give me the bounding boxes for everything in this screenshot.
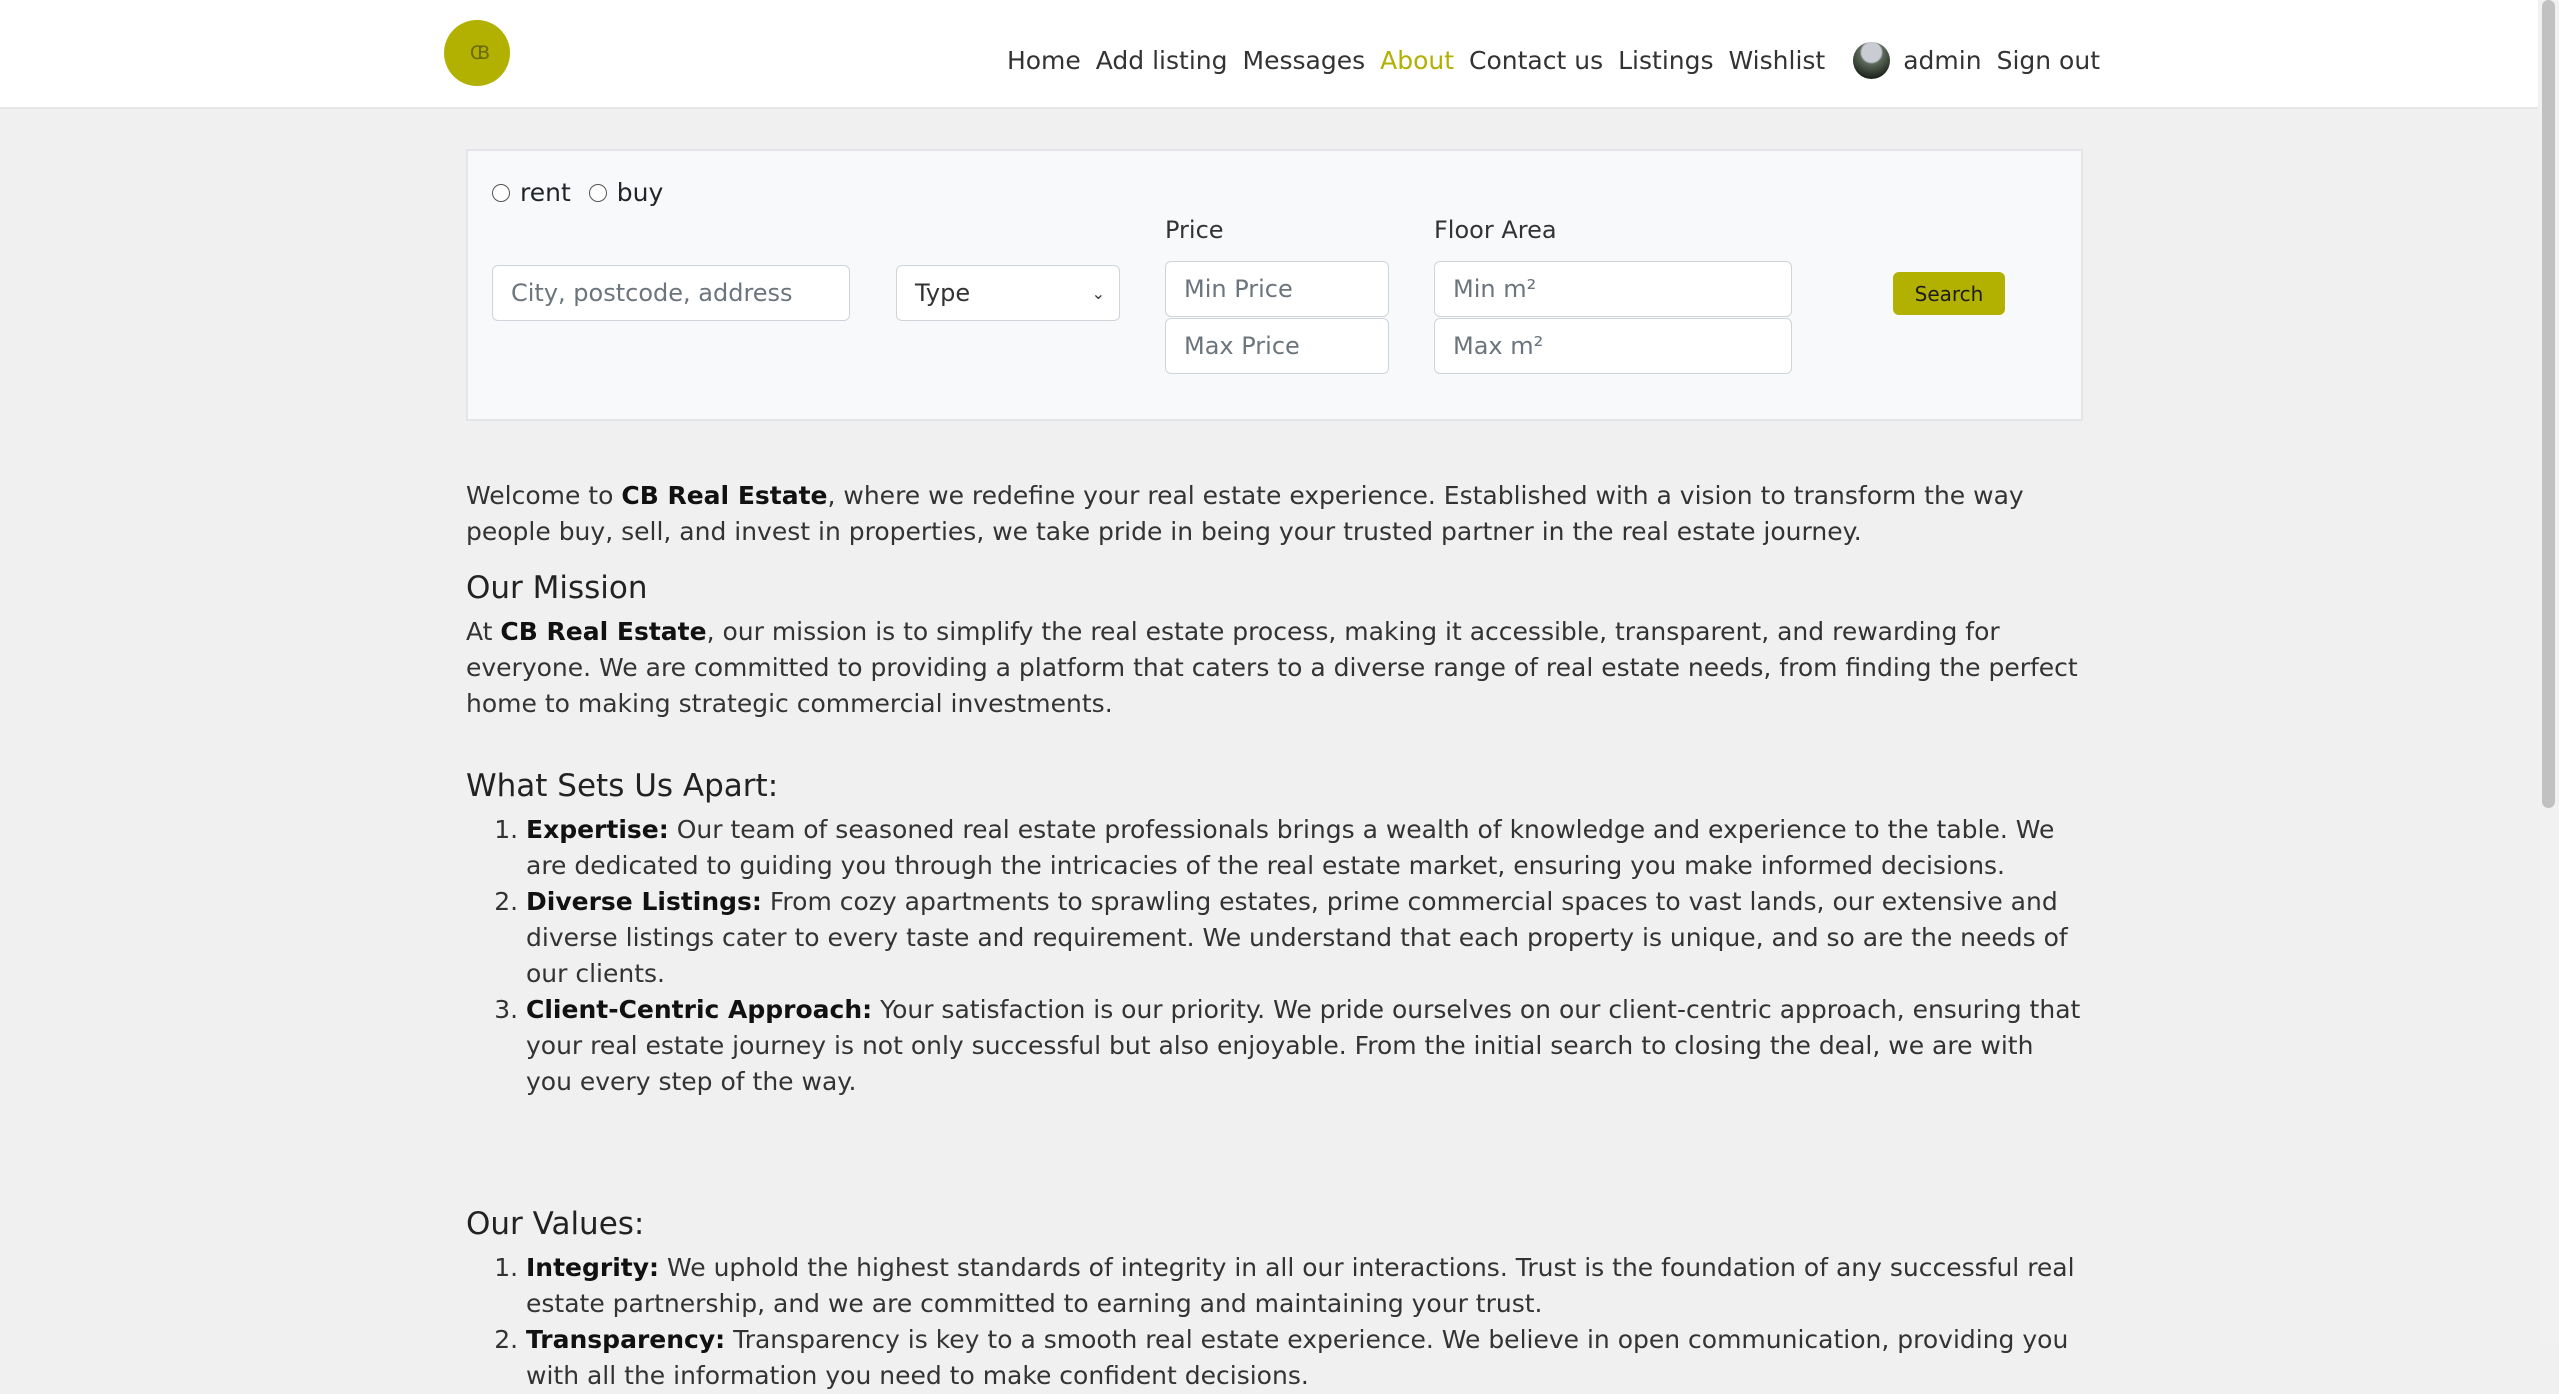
avatar	[1853, 42, 1891, 79]
min-area-placeholder: Min m²	[1453, 275, 1537, 303]
price-label: Price	[1165, 216, 1224, 244]
list-item: Transparency: Transparency is key to a s…	[526, 1322, 2086, 1394]
radio-rent[interactable]	[492, 183, 510, 202]
radio-buy[interactable]	[588, 183, 607, 202]
company-name: CB Real Estate	[500, 617, 707, 646]
mission-heading: Our Mission	[466, 570, 648, 606]
company-name: CB Real Estate	[621, 481, 828, 510]
min-area-input[interactable]: Min m²	[1434, 261, 1792, 317]
listing-mode: rent buy	[492, 178, 681, 207]
brand-logo[interactable]: CB	[444, 20, 510, 86]
apart-heading: What Sets Us Apart:	[466, 768, 779, 804]
chevron-down-icon: ⌄	[1091, 284, 1105, 303]
logo-text: CB	[469, 42, 490, 64]
radio-buy-label: buy	[616, 178, 664, 207]
max-area-input[interactable]: Max m²	[1434, 318, 1792, 374]
floor-area-label: Floor Area	[1434, 216, 1557, 244]
type-select[interactable]: Type ⌄	[896, 265, 1120, 321]
min-price-input[interactable]: Min Price	[1165, 261, 1389, 317]
list-item: Diverse Listings: From cozy apartments t…	[526, 884, 2086, 992]
max-area-placeholder: Max m²	[1453, 332, 1544, 360]
apart-list: Expertise: Our team of seasoned real est…	[466, 812, 2086, 1100]
nav-home[interactable]: Home	[1007, 46, 1081, 75]
max-price-input[interactable]: Max Price	[1165, 318, 1389, 374]
location-placeholder: City, postcode, address	[511, 279, 793, 307]
list-item: Client-Centric Approach: Your satisfacti…	[526, 992, 2086, 1100]
nav-signout[interactable]: Sign out	[1997, 46, 2100, 75]
type-select-value: Type	[915, 279, 971, 307]
user-menu[interactable]: admin	[1853, 42, 1982, 79]
username: admin	[1903, 46, 1982, 75]
intro-paragraph: Welcome to CB Real Estate, where we rede…	[466, 481, 2024, 546]
values-heading: Our Values:	[466, 1206, 645, 1242]
location-input[interactable]: City, postcode, address	[492, 265, 850, 321]
scrollbar-thumb[interactable]	[2542, 0, 2555, 808]
list-item: Integrity: We uphold the highest standar…	[526, 1250, 2086, 1322]
nav-about[interactable]: About	[1380, 46, 1454, 75]
min-price-placeholder: Min Price	[1184, 275, 1293, 303]
about-content: Welcome to CB Real Estate, where we rede…	[466, 478, 2086, 1394]
radio-rent-label: rent	[520, 178, 571, 207]
nav-add-listing[interactable]: Add listing	[1096, 46, 1228, 75]
nav-contact[interactable]: Contact us	[1469, 46, 1603, 75]
list-item: Expertise: Our team of seasoned real est…	[526, 812, 2086, 884]
max-price-placeholder: Max Price	[1184, 332, 1300, 360]
nav-messages[interactable]: Messages	[1243, 46, 1366, 75]
mission-paragraph: At CB Real Estate, our mission is to sim…	[466, 617, 2078, 718]
nav-links: Home Add listing Messages About Contact …	[992, 42, 2100, 79]
scrollbar[interactable]	[2538, 0, 2559, 1344]
navbar: CB Home Add listing Messages About Conta…	[0, 0, 2538, 109]
search-panel: rent buy City, postcode, address Type ⌄ …	[466, 149, 2083, 421]
values-list: Integrity: We uphold the highest standar…	[466, 1250, 2086, 1394]
nav-wishlist[interactable]: Wishlist	[1729, 46, 1826, 75]
nav-listings[interactable]: Listings	[1618, 46, 1713, 75]
search-button[interactable]: Search	[1893, 272, 2005, 315]
